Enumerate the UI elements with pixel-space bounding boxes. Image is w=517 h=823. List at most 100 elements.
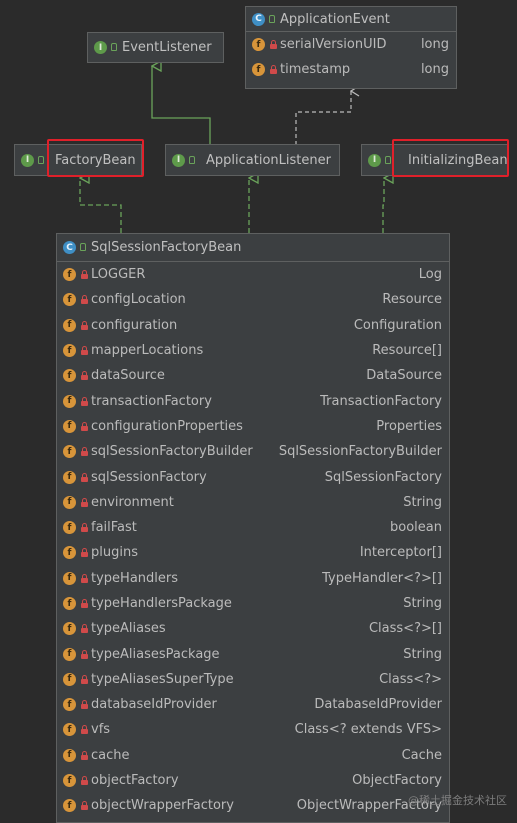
field-icon: f [63,546,76,560]
field-type: TypeHandler<?>[] [322,570,442,586]
watermark: @稀土掘金技术社区 [408,794,507,807]
private-lock-icon [80,371,88,381]
private-lock-icon [80,674,88,684]
field-icon: f [63,470,76,484]
static-field-icon: f [252,38,265,51]
field-icon: f [63,293,76,307]
static-field-icon: f [63,268,76,282]
field-icon: f [63,318,76,332]
interface-icon: I [368,153,381,167]
field-icon: f [63,394,76,408]
private-lock-icon [80,801,88,811]
field-row[interactable]: f serialVersionUID long [246,32,456,57]
field-row[interactable]: f configLocation Resource [57,287,449,312]
field-type: boolean [390,520,442,536]
edge-applicationlistener-extends-eventlistener [152,66,211,145]
field-row[interactable]: f vfs Class<? extends VFS> [57,717,449,742]
private-lock-icon [80,624,88,634]
field-name: mapperLocations [91,343,204,359]
field-name: objectWrapperFactory [91,798,234,814]
node-applicationlistener[interactable]: I ApplicationListener [165,144,340,176]
field-type: Cache [401,747,442,763]
node-applicationevent[interactable]: C ApplicationEvent f serialVersionUID lo… [245,6,457,89]
field-type: String [403,494,442,510]
field-row[interactable]: f plugins Interceptor[] [57,540,449,565]
private-lock-icon [80,472,88,482]
private-lock-icon [80,523,88,533]
field-icon: f [252,63,265,76]
field-row[interactable]: f failFast boolean [57,515,449,540]
private-lock-icon [80,447,88,457]
field-type: DataSource [366,368,442,384]
field-row[interactable]: f objectWrapperFactory ObjectWrapperFactor… [57,793,449,818]
private-lock-icon [80,270,88,280]
field-name: timestamp [280,62,351,77]
field-name: configuration [91,317,178,333]
field-icon: f [63,419,76,433]
field-icon: f [63,647,76,661]
field-row[interactable]: f configurationProperties Properties [57,414,449,439]
field-type: Class<?> [379,671,442,687]
field-type: Properties [376,418,442,434]
field-type: Resource [382,292,442,308]
field-name: configurationProperties [91,418,243,434]
field-row[interactable]: f environment String [57,490,449,515]
field-type: Interceptor[] [359,545,442,561]
highlight-initializingbean [392,139,509,177]
field-row[interactable]: f mapperLocations Resource[] [57,338,449,363]
highlight-factorybean [47,139,144,177]
node-sqlsessionfactorybean[interactable]: C SqlSessionFactoryBean f LOGGER Log f confi… [56,233,450,823]
edge-ssfb-implements-factorybean [80,178,122,233]
field-name: serialVersionUID [280,37,387,52]
field-icon: f [63,698,76,712]
private-lock-icon [80,649,88,659]
field-row[interactable]: f sqlSessionFactoryBuilder SqlSessionFacto… [57,439,449,464]
field-row[interactable]: f transactionFactory TransactionFactory [57,388,449,413]
field-name: typeHandlers [91,570,179,586]
field-icon: f [63,799,76,813]
interface-icon: I [21,153,34,167]
field-row[interactable]: f configuration Configuration [57,313,449,338]
field-row[interactable]: f databaseIdProvider DatabaseIdProvider [57,692,449,717]
node-eventlistener[interactable]: I EventListener [87,32,224,63]
node-title: EventListener [122,40,212,55]
field-row[interactable]: f objectFactory ObjectFactory [57,768,449,793]
field-icon: f [63,495,76,509]
edge-applicationlistener-uses-applicationevent [295,91,351,145]
private-lock-icon [80,725,88,735]
interface-icon: I [172,153,185,167]
field-row[interactable]: f typeHandlers TypeHandler<?>[] [57,566,449,591]
field-row[interactable]: f typeHandlersPackage String [57,591,449,616]
field-name: LOGGER [91,267,146,283]
public-icon [80,243,87,252]
field-icon: f [63,521,76,535]
private-lock-icon [80,548,88,558]
public-icon [111,43,118,52]
field-icon: f [63,748,76,762]
private-lock-icon [80,700,88,710]
private-lock-icon [80,320,88,330]
field-type: long [420,62,449,77]
field-type: Configuration [353,317,442,333]
field-name: sqlSessionFactory [91,469,207,485]
field-row[interactable]: f timestamp long [246,57,456,82]
field-type: long [420,37,449,52]
private-lock-icon [269,65,277,74]
field-type: Log [418,267,442,283]
field-row[interactable]: f dataSource DataSource [57,363,449,388]
private-lock-icon [80,573,88,583]
field-row[interactable]: f cache Cache [57,743,449,768]
field-row[interactable]: f sqlSessionFactory SqlSessionFactory [57,464,449,489]
field-name: objectFactory [91,773,179,789]
field-list: f LOGGER Log f configLocation Resource f config… [57,262,449,819]
field-icon: f [63,774,76,788]
field-row[interactable]: f typeAliasesPackage String [57,641,449,666]
field-row[interactable]: f typeAliasesSuperType Class<?> [57,667,449,692]
field-name: typeAliasesPackage [91,646,220,662]
private-lock-icon [80,396,88,406]
field-icon: f [63,723,76,737]
field-row[interactable]: f typeAliases Class<?>[] [57,616,449,641]
field-name: sqlSessionFactoryBuilder [91,444,253,460]
private-lock-icon [80,497,88,507]
field-row[interactable]: f LOGGER Log [57,262,449,287]
